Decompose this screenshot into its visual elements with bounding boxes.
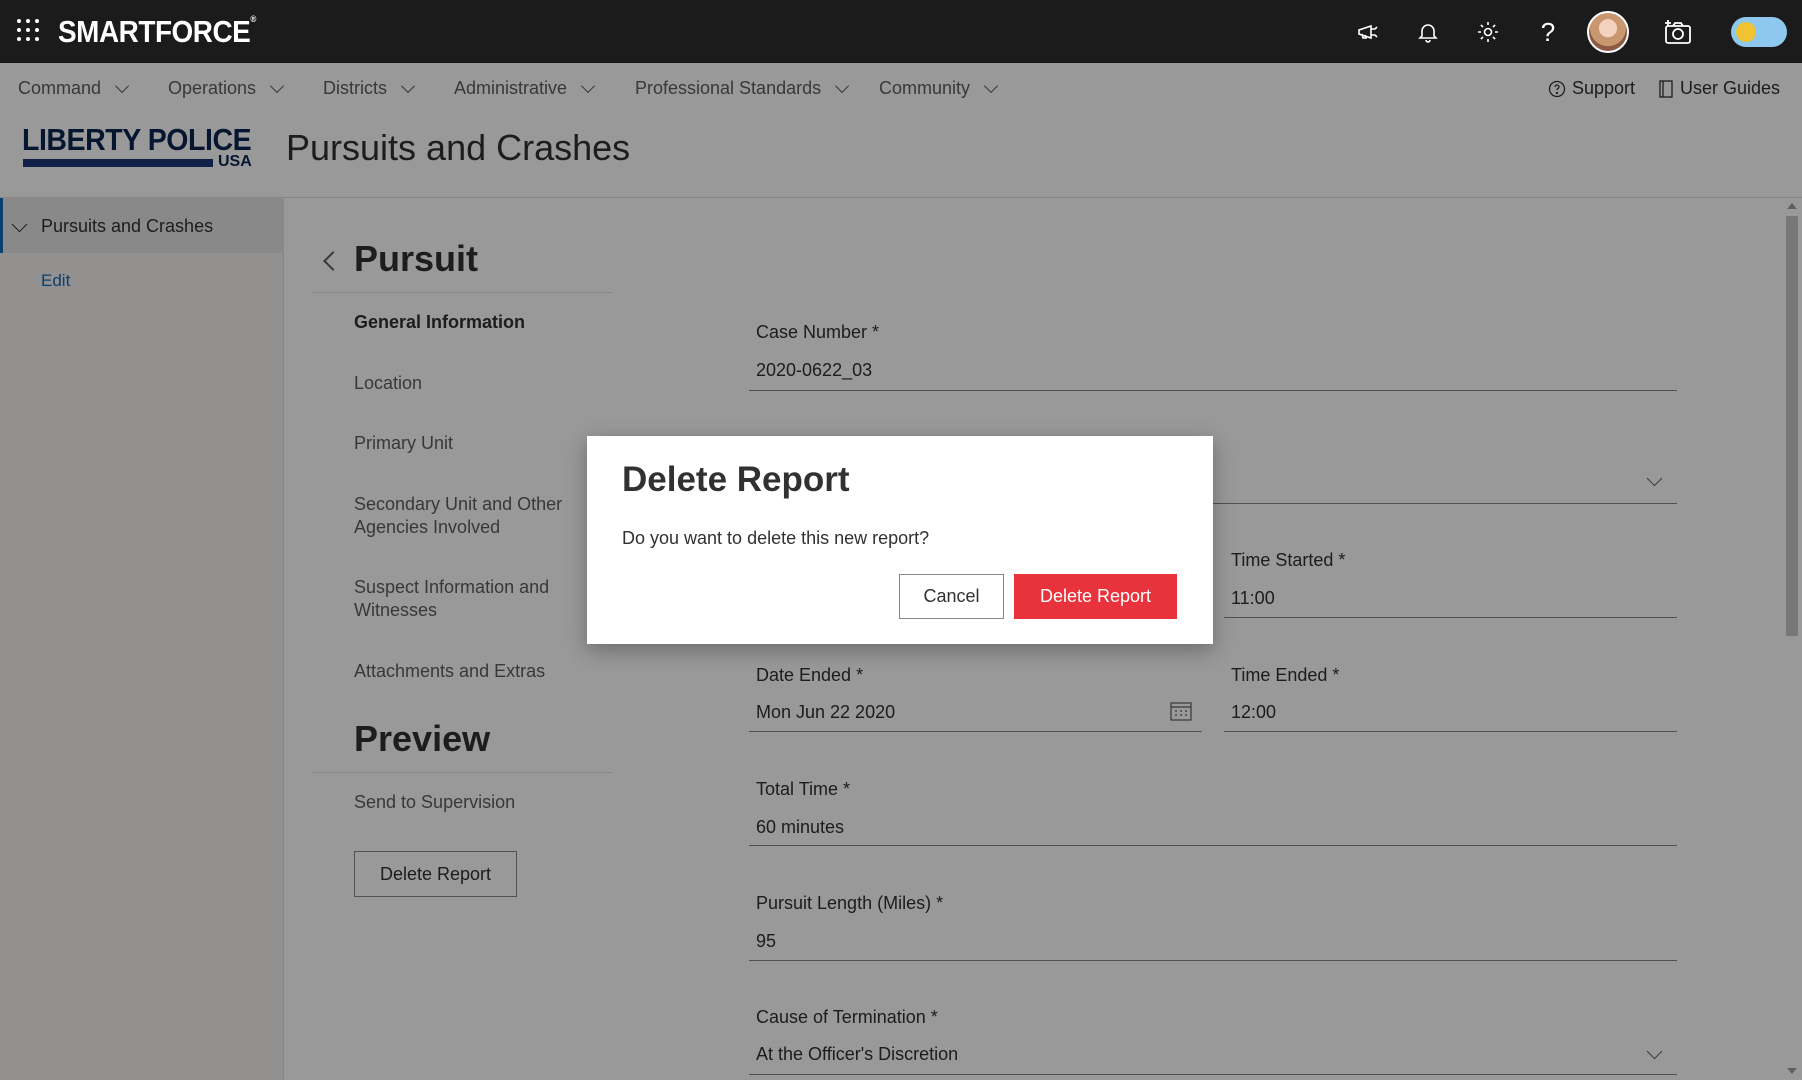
brand-logo[interactable]: SMARTFORCE® [58, 14, 256, 50]
dialog-title: Delete Report [622, 460, 850, 499]
sun-icon [1736, 22, 1756, 42]
avatar[interactable] [1587, 11, 1629, 53]
bell-icon[interactable] [1412, 16, 1444, 48]
brand-mark: ® [250, 14, 256, 24]
brand-text: SMARTFORCE [58, 14, 251, 49]
theme-toggle[interactable] [1731, 17, 1787, 47]
dialog-message: Do you want to delete this new report? [622, 528, 930, 548]
waffle-icon[interactable] [17, 19, 41, 43]
megaphone-icon[interactable] [1352, 16, 1384, 48]
help-icon[interactable]: ? [1532, 16, 1564, 48]
gear-icon[interactable] [1472, 16, 1504, 48]
confirm-delete-button[interactable]: Delete Report [1014, 574, 1177, 619]
cancel-button[interactable]: Cancel [899, 574, 1004, 619]
delete-report-dialog: Delete Report Do you want to delete this… [587, 436, 1213, 644]
camera-icon[interactable] [1662, 16, 1694, 48]
